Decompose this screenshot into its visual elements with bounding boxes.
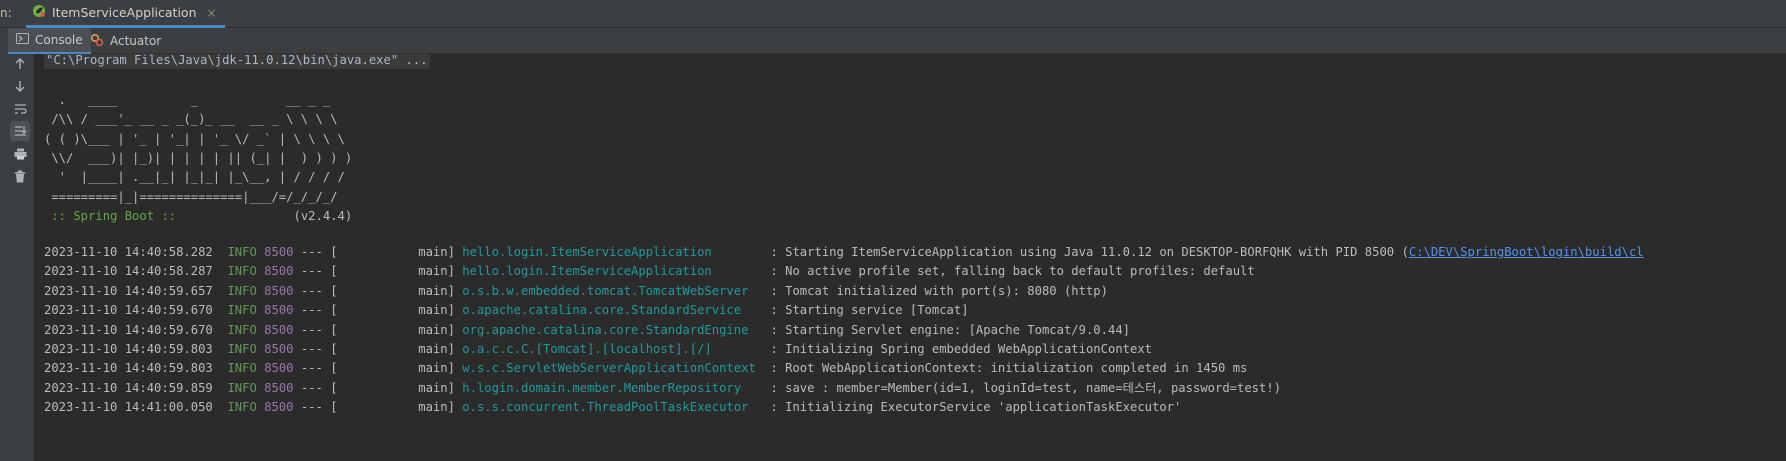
log-pid: 8500 xyxy=(264,361,294,375)
trash-icon[interactable] xyxy=(10,166,30,186)
log-thread: --- [ main] xyxy=(293,342,463,356)
banner-line: \\/ ___)| |_)| | | | | || (_| | ) ) ) ) xyxy=(44,151,353,165)
log-level: INFO xyxy=(227,284,257,298)
log-timestamp: 2023-11-10 14:40:59.657 xyxy=(44,284,213,298)
spring-boot-version: (v2.4.4) xyxy=(183,209,353,223)
log-pid: 8500 xyxy=(264,400,294,414)
command-line: "C:\Program Files\Java\jdk-11.0.12\bin\j… xyxy=(44,54,430,69)
log-logger[interactable]: org.apache.catalina.core.StandardEngine xyxy=(462,323,763,337)
tab-actuator-label: Actuator xyxy=(110,34,162,48)
log-thread: --- [ main] xyxy=(293,264,463,278)
log-message: : Starting service [Tomcat] xyxy=(763,303,969,317)
log-timestamp: 2023-11-10 14:40:59.803 xyxy=(44,342,213,356)
log-timestamp: 2023-11-10 14:40:58.282 xyxy=(44,245,213,259)
run-config-tab[interactable]: ItemServiceApplication × xyxy=(26,0,225,28)
log-level: INFO xyxy=(227,361,257,375)
log-timestamp: 2023-11-10 14:41:00.050 xyxy=(44,400,213,414)
soft-wrap-icon[interactable] xyxy=(10,99,30,119)
log-pid: 8500 xyxy=(264,303,294,317)
run-panel-prefix: n: xyxy=(0,6,12,20)
log-logger[interactable]: hello.login.ItemServiceApplication xyxy=(462,264,763,278)
log-thread: --- [ main] xyxy=(293,303,463,317)
log-message: : Initializing ExecutorService 'applicat… xyxy=(763,400,1182,414)
log-line: 2023-11-10 14:40:59.670 INFO 8500 --- [ … xyxy=(44,321,1130,340)
log-thread: --- [ main] xyxy=(293,381,463,395)
log-thread: --- [ main] xyxy=(293,400,463,414)
log-logger[interactable]: w.s.c.ServletWebServerApplicationContext xyxy=(462,361,763,375)
log-line: 2023-11-10 14:40:59.803 INFO 8500 --- [ … xyxy=(44,340,1152,359)
spring-leaf-icon xyxy=(32,3,46,22)
log-timestamp: 2023-11-10 14:40:59.670 xyxy=(44,323,213,337)
banner-line: . ____ _ __ _ _ xyxy=(44,93,331,107)
console-icon xyxy=(16,32,29,48)
log-line: 2023-11-10 14:40:58.287 INFO 8500 --- [ … xyxy=(44,262,1255,281)
log-message: : Tomcat initialized with port(s): 8080 … xyxy=(763,284,1108,298)
log-line: 2023-11-10 14:40:59.670 INFO 8500 --- [ … xyxy=(44,301,969,320)
log-level: INFO xyxy=(227,323,257,337)
tab-actuator[interactable]: Actuator xyxy=(82,28,169,54)
console-subtab-bar: Console Actuator xyxy=(0,28,1786,54)
log-message: : No active profile set, falling back to… xyxy=(763,264,1255,278)
log-level: INFO xyxy=(227,342,257,356)
log-message: : Root WebApplicationContext: initializa… xyxy=(763,361,1248,375)
console-toolbar xyxy=(6,54,34,461)
run-tab-bar: n: ItemServiceApplication × xyxy=(0,0,1786,28)
up-arrow-icon[interactable] xyxy=(10,54,30,74)
scroll-to-end-icon[interactable] xyxy=(10,121,30,141)
log-logger[interactable]: o.s.s.concurrent.ThreadPoolTaskExecutor xyxy=(462,400,763,414)
log-thread: --- [ main] xyxy=(293,361,463,375)
log-logger[interactable]: o.apache.catalina.core.StandardService xyxy=(462,303,763,317)
log-line: 2023-11-10 14:40:58.282 INFO 8500 --- [ … xyxy=(44,243,1644,262)
log-logger[interactable]: hello.login.ItemServiceApplication xyxy=(462,245,763,259)
log-path-link[interactable]: C:\DEV\SpringBoot\login\build\cl xyxy=(1409,245,1644,259)
down-arrow-icon[interactable] xyxy=(10,76,30,96)
log-level: INFO xyxy=(227,264,257,278)
log-message: : Starting ItemServiceApplication using … xyxy=(763,245,1409,259)
log-logger[interactable]: o.a.c.c.C.[Tomcat].[localhost].[/] xyxy=(462,342,763,356)
close-icon[interactable]: × xyxy=(207,6,217,20)
run-config-tab-label: ItemServiceApplication xyxy=(52,5,197,20)
log-pid: 8500 xyxy=(264,284,294,298)
log-message: : save : member=Member(id=1, loginId=tes… xyxy=(763,381,1282,395)
log-level: INFO xyxy=(227,303,257,317)
log-pid: 8500 xyxy=(264,264,294,278)
log-line: 2023-11-10 14:40:59.803 INFO 8500 --- [ … xyxy=(44,359,1247,378)
spring-boot-line: :: Spring Boot :: (v2.4.4) xyxy=(44,207,352,226)
log-line: 2023-11-10 14:40:59.859 INFO 8500 --- [ … xyxy=(44,379,1281,398)
log-logger[interactable]: h.login.domain.member.MemberRepository xyxy=(462,381,763,395)
log-timestamp: 2023-11-10 14:40:59.859 xyxy=(44,381,213,395)
log-logger[interactable]: o.s.b.w.embedded.tomcat.TomcatWebServer xyxy=(462,284,763,298)
spring-boot-label: :: Spring Boot :: xyxy=(44,209,184,223)
tab-console-label: Console xyxy=(35,33,83,47)
print-icon[interactable] xyxy=(10,144,30,164)
log-line: 2023-11-10 14:41:00.050 INFO 8500 --- [ … xyxy=(44,398,1181,417)
log-timestamp: 2023-11-10 14:40:59.670 xyxy=(44,303,213,317)
log-thread: --- [ main] xyxy=(293,245,463,259)
log-line: 2023-11-10 14:40:59.657 INFO 8500 --- [ … xyxy=(44,282,1108,301)
log-pid: 8500 xyxy=(264,342,294,356)
banner-line: =========|_|==============|___/=/_/_/_/ xyxy=(44,190,338,204)
tab-console[interactable]: Console xyxy=(8,28,91,54)
log-message: : Starting Servlet engine: [Apache Tomca… xyxy=(763,323,1130,337)
banner-line: /\\ / ___'_ __ _ _(_)_ __ __ _ \ \ \ \ xyxy=(44,112,338,126)
actuator-icon xyxy=(90,33,104,50)
log-pid: 8500 xyxy=(264,245,294,259)
log-thread: --- [ main] xyxy=(293,284,463,298)
log-level: INFO xyxy=(227,400,257,414)
banner-line: ( ( )\___ | '_ | '_| | '_ \/ _` | \ \ \ … xyxy=(44,132,345,146)
log-message: : Initializing Spring embedded WebApplic… xyxy=(763,342,1153,356)
log-timestamp: 2023-11-10 14:40:58.287 xyxy=(44,264,213,278)
run-tool-window: n: ItemServiceApplication × Console Actu… xyxy=(0,0,1786,461)
log-timestamp: 2023-11-10 14:40:59.803 xyxy=(44,361,213,375)
log-pid: 8500 xyxy=(264,381,294,395)
banner-line: ' |____| .__|_| |_|_| |_\__, | / / / / xyxy=(44,170,345,184)
log-level: INFO xyxy=(227,245,257,259)
console-output[interactable]: "C:\Program Files\Java\jdk-11.0.12\bin\j… xyxy=(34,54,1786,461)
log-level: INFO xyxy=(227,381,257,395)
log-thread: --- [ main] xyxy=(293,323,463,337)
log-pid: 8500 xyxy=(264,323,294,337)
